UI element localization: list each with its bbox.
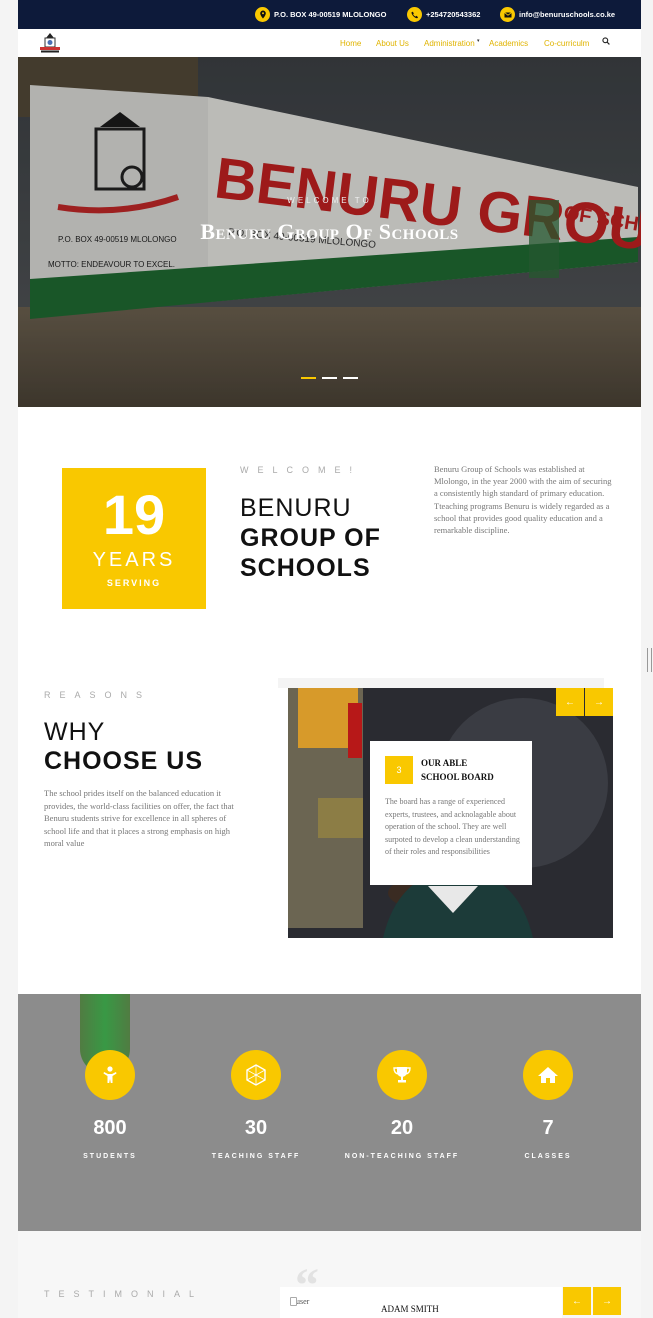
welcome-eyebrow: WELCOME! [240,465,362,475]
reasons-text: The school prides itself on the balanced… [44,788,234,848]
reasons-heading-light: WHY [44,718,106,746]
user-avatar: user [296,1297,310,1306]
dropdown-caret-icon: ▾ [477,38,480,44]
hero-slider: P.O. BOX 49-00519 MLOLONGO MOTTO: ENDEAV… [18,57,641,407]
phone-item[interactable]: +254720543362 [407,5,480,24]
stat-value: 7 [542,1117,554,1139]
card-text: The board has a range of experienced exp… [385,797,520,856]
nav-academics[interactable]: Academics [489,39,528,48]
reasons-slider: 3 OUR ABLE SCHOOL BOARD The board has a … [288,688,613,938]
reasons-eyebrow: REASONS [44,690,152,700]
stat-value: 30 [244,1117,268,1139]
slide-indicator-1[interactable] [301,377,316,379]
scrollbar-handle[interactable] [647,648,652,672]
about-text: Benuru Group of Schools was established … [434,464,612,536]
testimonial-eyebrow: TESTIMONIAL [44,1289,204,1299]
stat-teaching-staff: 30 TEACHING STAFF [181,1050,331,1160]
stat-label: STUDENTS [83,1153,137,1160]
arrow-right-icon: → [602,1295,612,1307]
stat-classes: 7 CLASSES [473,1050,623,1160]
slider-prev-button[interactable]: ← [556,688,584,716]
nav-bar: Home About Us Administration ▾ Academics… [18,29,641,57]
stat-value: 20 [390,1117,414,1139]
hero-kicker: WELCOME TO [287,196,372,205]
location-pin-icon [255,7,270,22]
about-heading-light: BENURU [240,494,352,522]
stat-label: NON-TEACHING STAFF [344,1153,460,1160]
slider-next-button[interactable]: → [585,688,613,716]
nav-co-curriculum[interactable]: Co-curriculm [544,39,589,48]
nav-about-us[interactable]: About Us [376,39,409,48]
reasons-heading-bold: CHOOSE US [44,747,204,775]
years-label: YEARS [92,549,176,571]
stat-label: TEACHING STAFF [211,1153,301,1160]
testimonial-card: user ADAM SMITH [280,1287,562,1318]
phone-text[interactable]: +254720543362 [426,10,480,19]
hero-title: Benuru Group Of Schools [200,219,459,244]
top-bar: P.O. BOX 49-00519 MLOLONGO +254720543362… [18,0,641,29]
card-title-line1: OUR ABLE [421,758,468,768]
testimonial-prev-button[interactable]: ← [563,1287,591,1315]
card-title-line2: SCHOOL BOARD [421,772,494,782]
board-card: 3 OUR ABLE SCHOOL BOARD The board has a … [370,741,532,885]
school-logo[interactable] [37,32,63,54]
arrow-left-icon: ← [572,1295,582,1307]
slide-indicator-2[interactable] [322,377,337,379]
years-serving-box: 19 YEARS SERVING [62,468,206,609]
years-number: 19 [102,483,166,546]
search-icon[interactable] [602,37,610,47]
polygon-icon [231,1050,281,1100]
stat-value: 800 [93,1117,127,1139]
email-item[interactable]: info@benuruschools.co.ke [500,5,615,24]
email-text[interactable]: info@benuruschools.co.ke [519,10,615,19]
about-heading-bold-2: SCHOOLS [240,554,371,582]
years-sub-label: SERVING [106,578,162,588]
stat-label: CLASSES [524,1153,572,1160]
nav-home[interactable]: Home [340,39,361,48]
arrow-right-icon: → [594,696,604,708]
address-text: P.O. BOX 49-00519 MLOLONGO [274,10,387,19]
card-number: 3 [385,756,413,784]
trophy-icon [377,1050,427,1100]
stat-students: 800 STUDENTS [35,1050,185,1160]
stat-non-teaching-staff: 20 NON-TEACHING STAFF [327,1050,477,1160]
stats-section: 800 STUDENTS 30 TEACHING STAFF 20 NON-TE… [18,994,641,1231]
slider-frame [278,678,604,688]
broken-image-icon [290,1297,297,1306]
testimonial-next-button[interactable]: → [593,1287,621,1315]
testimonial-name: ADAM SMITH [381,1304,439,1314]
envelope-icon [500,7,515,22]
arrow-left-icon: ← [565,696,575,708]
address-item: P.O. BOX 49-00519 MLOLONGO [255,5,386,24]
home-icon [523,1050,573,1100]
slide-indicator-3[interactable] [343,377,358,379]
child-icon [85,1050,135,1100]
nav-administration[interactable]: Administration [424,39,475,48]
about-heading-bold-1: GROUP OF [240,524,381,552]
phone-icon [407,7,422,22]
